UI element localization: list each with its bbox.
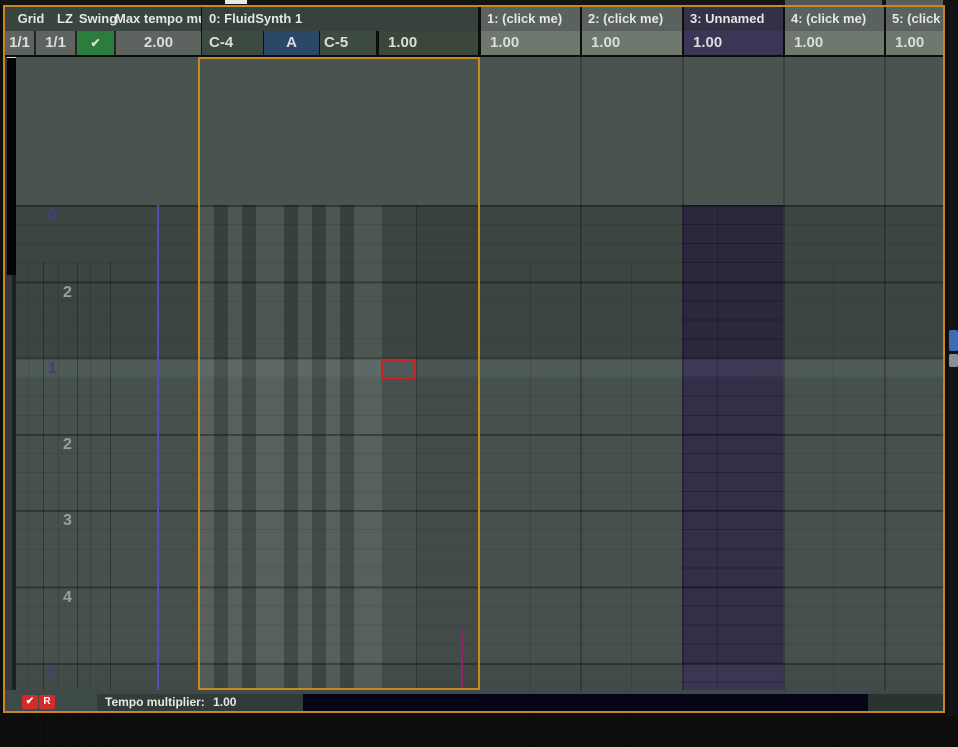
track0-volume[interactable]: 1.00: [379, 31, 478, 55]
record-button[interactable]: R: [39, 695, 55, 709]
tempo-multiplier-box: Tempo multiplier: 1.00: [97, 694, 303, 711]
track0-pianoroll-high[interactable]: C-5: [320, 31, 376, 55]
swing-label: Swing: [77, 7, 119, 31]
tempo-automation-line[interactable]: [157, 205, 159, 690]
tempo-multiplier-label: Tempo multiplier:: [105, 695, 205, 709]
max-tempo-label: Max tempo mu: [115, 7, 201, 31]
grid-label: Grid: [11, 7, 51, 31]
timeline-vline: [28, 262, 29, 747]
left-toolbar-header: Grid LZ Swing Max tempo mu: [5, 7, 201, 31]
selected-track-box: [198, 57, 480, 690]
timeline-vline: [110, 262, 111, 747]
grid-value[interactable]: 1/1: [5, 31, 34, 55]
track-header-0[interactable]: 0: FluidSynth 1: [202, 7, 478, 31]
track-boundary-line: [580, 57, 582, 690]
top-strip-segment: [886, 0, 943, 5]
track-boundary-line: [682, 57, 684, 690]
tempo-check-button[interactable]: ✔: [22, 695, 38, 709]
radium-editor-window: Grid LZ Swing Max tempo mu 1/1 1/1 ✔ 2.0…: [0, 0, 958, 716]
left-toolbar-values: 1/1 1/1 ✔ 2.00: [5, 31, 201, 55]
top-scroll-thumb[interactable]: [225, 0, 247, 4]
track0-pianoroll-low[interactable]: C-4: [202, 31, 263, 55]
timeline-vline: [77, 262, 78, 747]
right-scrollbar-thumb-blue[interactable]: [949, 330, 958, 351]
line-number: 1: [48, 360, 57, 378]
line-number: 2: [63, 284, 72, 302]
line-number: 4: [63, 589, 72, 607]
track-header-3[interactable]: 3: Unnamed: [684, 7, 783, 31]
status-bar: ✔ R Tempo multiplier: 1.00: [5, 690, 943, 711]
slider-right-track[interactable]: [868, 694, 943, 711]
track2-volume[interactable]: 1.00: [582, 31, 682, 55]
swing-toggle[interactable]: ✔: [77, 31, 114, 55]
timeline-vline: [58, 262, 59, 747]
track-subcolumn-line: [631, 262, 632, 747]
track5-volume[interactable]: 1.00: [886, 31, 943, 55]
song-position-slider[interactable]: [303, 694, 868, 711]
line-number: 3: [63, 512, 72, 530]
track-boundary-line: [884, 57, 886, 690]
track1-volume[interactable]: 1.00: [481, 31, 580, 55]
max-tempo-value[interactable]: 2.00: [116, 31, 201, 55]
line-number: 2: [48, 665, 57, 683]
timeline-vline: [43, 262, 44, 747]
editor-grid[interactable]: 0 2 1 2 3 4 2: [5, 57, 943, 690]
track4-volume[interactable]: 1.00: [785, 31, 884, 55]
track3-volume[interactable]: 1.00: [684, 31, 783, 55]
track-header-5[interactable]: 5: (click me): [886, 7, 943, 31]
track-subcolumn-line: [833, 262, 834, 747]
track-header-4[interactable]: 4: (click me): [785, 7, 884, 31]
left-scrollbar-thumb[interactable]: [7, 57, 16, 275]
track-header-1[interactable]: 1: (click me): [481, 7, 580, 31]
track-subcolumn-line: [530, 262, 531, 747]
track-header-2[interactable]: 2: (click me): [582, 7, 682, 31]
tempo-multiplier-value: 1.00: [213, 695, 236, 709]
line-number: 2: [63, 436, 72, 454]
right-scrollbar-thumb-gray[interactable]: [949, 354, 958, 367]
line-number: 0: [48, 207, 57, 225]
top-strip-segment: [785, 0, 882, 5]
lz-value[interactable]: 1/1: [36, 31, 75, 55]
track-boundary-line: [783, 57, 785, 690]
track0-pianoroll-key[interactable]: A: [264, 31, 319, 55]
timeline-vline: [90, 262, 91, 747]
edit-cursor: [381, 359, 415, 379]
